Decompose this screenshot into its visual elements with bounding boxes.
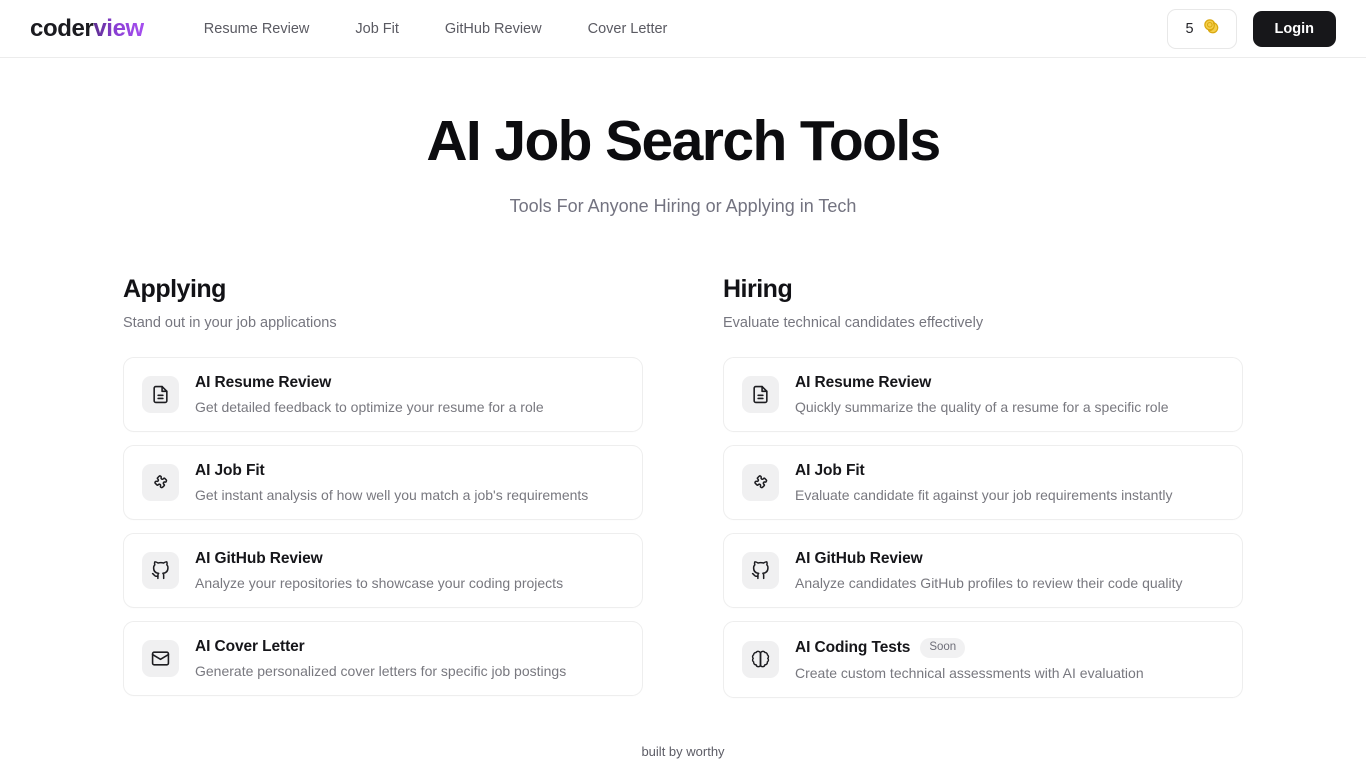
card-body: AI GitHub Review Analyze candidates GitH…	[795, 550, 1183, 591]
status-badge: Soon	[920, 637, 966, 658]
card-title: AI Cover Letter	[195, 637, 305, 655]
nav-item-job-fit[interactable]: Job Fit	[355, 21, 399, 37]
page-title: AI Job Search Tools	[426, 109, 941, 173]
nav-item-resume-review[interactable]: Resume Review	[204, 21, 310, 37]
card-body: AI Job Fit Evaluate candidate fit agains…	[795, 462, 1172, 503]
column-title-hiring: Hiring	[723, 274, 793, 303]
card-title-row: AI Resume Review	[195, 374, 544, 392]
tool-card-resume-review-hiring[interactable]: AI Resume Review Quickly summarize the q…	[723, 356, 1243, 432]
coins-icon	[1202, 17, 1221, 41]
card-title: AI Resume Review	[195, 373, 332, 391]
footer: built by worthy	[0, 744, 1366, 768]
credits-count: 5	[1185, 20, 1194, 37]
card-title-row: AI Job Fit	[795, 462, 1172, 480]
card-title-row: AI Resume Review	[795, 374, 1168, 392]
hero-section: AI Job Search Tools Tools For Anyone Hir…	[0, 58, 1366, 217]
logo-part-coder: coder	[30, 14, 94, 42]
card-title-row: AI Coding Tests Soon	[795, 637, 1144, 658]
github-icon	[742, 551, 779, 589]
brain-icon	[742, 640, 779, 678]
logo[interactable]: coderview	[30, 15, 144, 43]
card-description: Evaluate candidate fit against your job …	[795, 486, 1173, 503]
site-header: coderview Resume Review Job Fit GitHub R…	[0, 0, 1366, 58]
card-body: AI Resume Review Get detailed feedback t…	[195, 374, 544, 415]
mail-icon	[142, 639, 179, 677]
card-description: Get detailed feedback to optimize your r…	[195, 398, 544, 415]
card-body: AI Coding Tests Soon Create custom techn…	[795, 637, 1144, 681]
column-title-applying: Applying	[123, 274, 226, 303]
card-list-hiring: AI Resume Review Quickly summarize the q…	[723, 356, 1243, 698]
card-title: AI Resume Review	[795, 373, 932, 391]
card-body: AI Cover Letter Generate personalized co…	[195, 638, 566, 679]
card-title-row: AI GitHub Review	[195, 550, 563, 568]
card-title: AI GitHub Review	[795, 549, 923, 567]
document-icon	[142, 375, 179, 413]
card-title: AI GitHub Review	[195, 549, 323, 567]
card-list-applying: AI Resume Review Get detailed feedback t…	[123, 356, 643, 696]
puzzle-icon	[742, 463, 779, 501]
main-nav: Resume Review Job Fit GitHub Review Cove…	[204, 21, 668, 37]
tool-card-github-review[interactable]: AI GitHub Review Analyze your repositori…	[123, 532, 643, 608]
card-title-row: AI Job Fit	[195, 462, 588, 480]
card-description: Get instant analysis of how well you mat…	[195, 486, 589, 503]
tools-columns: Applying Stand out in your job applicati…	[0, 217, 1366, 698]
card-title-row: AI Cover Letter	[195, 638, 566, 656]
header-actions: 5 Login	[1167, 8, 1336, 49]
card-title: AI Job Fit	[195, 461, 265, 479]
tool-card-cover-letter[interactable]: AI Cover Letter Generate personalized co…	[123, 620, 643, 696]
tool-card-coding-tests[interactable]: AI Coding Tests Soon Create custom techn…	[723, 620, 1243, 698]
card-title: AI Coding Tests	[795, 638, 911, 656]
card-description: Generate personalized cover letters for …	[195, 662, 567, 679]
card-description: Analyze your repositories to showcase yo…	[195, 574, 564, 591]
card-body: AI GitHub Review Analyze your repositori…	[195, 550, 563, 591]
credits-badge[interactable]: 5	[1167, 8, 1237, 49]
card-title: AI Job Fit	[795, 461, 865, 479]
column-hiring: Hiring Evaluate technical candidates eff…	[723, 275, 1243, 698]
footer-text: built by worthy	[641, 744, 725, 759]
card-title-row: AI GitHub Review	[795, 550, 1183, 568]
logo-part-view: view	[93, 14, 144, 42]
puzzle-icon	[142, 463, 179, 501]
card-body: AI Job Fit Get instant analysis of how w…	[195, 462, 588, 503]
column-subtitle-hiring: Evaluate technical candidates effectivel…	[723, 314, 984, 331]
column-applying: Applying Stand out in your job applicati…	[123, 275, 643, 698]
card-description: Create custom technical assessments with…	[795, 664, 1144, 681]
card-description: Quickly summarize the quality of a resum…	[795, 398, 1169, 415]
nav-item-github-review[interactable]: GitHub Review	[445, 21, 542, 37]
column-subtitle-applying: Stand out in your job applications	[123, 314, 337, 331]
login-button[interactable]: Login	[1252, 10, 1336, 47]
nav-item-cover-letter[interactable]: Cover Letter	[588, 21, 668, 37]
github-icon	[142, 551, 179, 589]
tool-card-job-fit[interactable]: AI Job Fit Get instant analysis of how w…	[123, 444, 643, 520]
tool-card-github-review-hiring[interactable]: AI GitHub Review Analyze candidates GitH…	[723, 532, 1243, 608]
card-body: AI Resume Review Quickly summarize the q…	[795, 374, 1168, 415]
card-description: Analyze candidates GitHub profiles to re…	[795, 574, 1183, 591]
document-icon	[742, 375, 779, 413]
tool-card-resume-review[interactable]: AI Resume Review Get detailed feedback t…	[123, 356, 643, 432]
tool-card-job-fit-hiring[interactable]: AI Job Fit Evaluate candidate fit agains…	[723, 444, 1243, 520]
page-subtitle: Tools For Anyone Hiring or Applying in T…	[509, 195, 857, 216]
